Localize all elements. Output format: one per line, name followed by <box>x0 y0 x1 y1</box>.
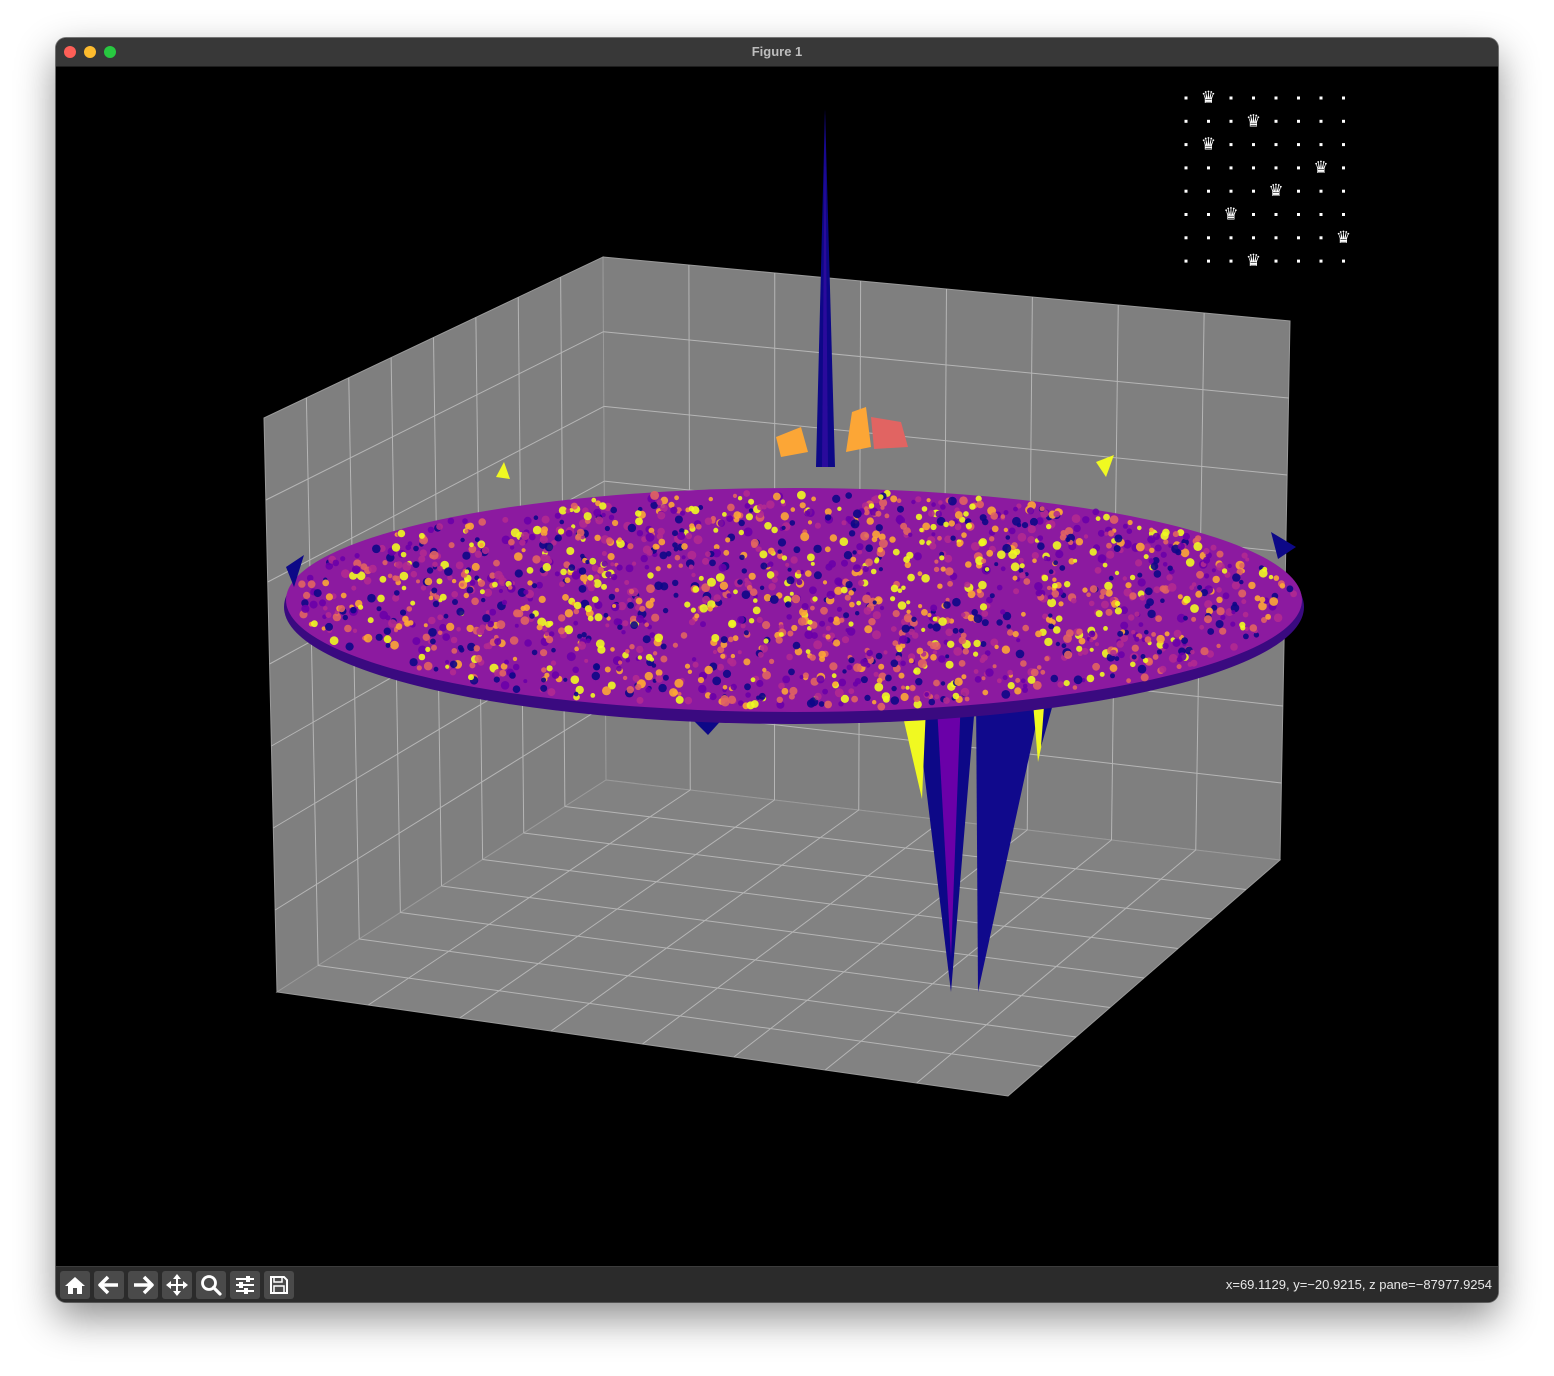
board-dot <box>1184 236 1188 240</box>
queen-icon: ♛ <box>1246 251 1261 271</box>
save-button[interactable] <box>264 1271 294 1299</box>
board-dot <box>1207 189 1210 193</box>
queen-icon: ♛ <box>1201 135 1216 155</box>
board-dot <box>1342 213 1345 216</box>
title-bar: Figure 1 <box>56 38 1498 67</box>
eight-queens-inset: ♛ ♛ ♛ ♛ ♛ ♛ ♛ ♛ <box>1184 88 1351 271</box>
board-dot <box>1252 166 1255 170</box>
queen-icon: ♛ <box>1201 88 1216 108</box>
queen-icon: ♛ <box>1268 181 1283 201</box>
board-dot <box>1229 236 1233 240</box>
board-dot <box>1207 213 1210 216</box>
board-dot <box>1297 96 1300 100</box>
zoom-button[interactable] <box>196 1271 226 1299</box>
board-dot <box>1297 213 1300 216</box>
board-dot <box>1229 259 1233 263</box>
sliders-icon <box>236 1276 254 1294</box>
board-dot <box>1229 189 1233 193</box>
queen-icon: ♛ <box>1246 111 1261 131</box>
board-dot <box>1184 259 1188 263</box>
back-button[interactable] <box>94 1271 124 1299</box>
board-dot <box>1319 96 1323 100</box>
queen-icon: ♛ <box>1313 158 1328 178</box>
board-dot <box>1319 189 1323 193</box>
board-dot <box>1274 119 1278 123</box>
pan-button[interactable] <box>162 1271 192 1299</box>
board-dot <box>1342 166 1345 170</box>
board-dot <box>1252 143 1255 147</box>
board-dot <box>1184 143 1188 147</box>
cursor-coordinates: x=69.1129, y=−20.9215, z pane=−87977.925… <box>1225 1277 1492 1292</box>
board-dot <box>1207 119 1210 123</box>
board-dot <box>1274 213 1278 216</box>
board-dot <box>1229 119 1233 123</box>
surface-plot[interactable]: ♛ ♛ ♛ ♛ ♛ ♛ ♛ ♛ <box>56 67 1498 1266</box>
queen-icon: ♛ <box>1223 205 1238 225</box>
board-dot <box>1274 259 1278 263</box>
floppy-disk-icon <box>270 1276 288 1294</box>
board-dot <box>1342 143 1345 147</box>
board-dot <box>1207 236 1210 240</box>
board-dot <box>1207 166 1210 170</box>
navigation-toolbar: x=69.1129, y=−20.9215, z pane=−87977.925… <box>56 1266 1498 1302</box>
board-dot <box>1229 143 1233 147</box>
board-dot <box>1229 166 1233 170</box>
board-dot <box>1274 236 1278 240</box>
board-dot <box>1184 166 1188 170</box>
board-dot <box>1274 143 1278 147</box>
board-dot <box>1342 259 1345 263</box>
board-dot <box>1252 96 1255 100</box>
board-dot <box>1297 236 1300 240</box>
board-dot <box>1297 143 1300 147</box>
board-dot <box>1342 119 1345 123</box>
board-dot <box>1207 259 1210 263</box>
home-icon <box>65 1277 85 1294</box>
board-dot <box>1274 96 1278 100</box>
board-dot <box>1184 213 1188 216</box>
board-dot <box>1184 189 1188 193</box>
board-dot <box>1297 119 1300 123</box>
forward-button[interactable] <box>128 1271 158 1299</box>
board-dot <box>1319 213 1323 216</box>
home-button[interactable] <box>60 1271 90 1299</box>
board-dot <box>1252 189 1255 193</box>
board-dot <box>1319 236 1323 240</box>
board-dot <box>1184 96 1188 100</box>
board-dot <box>1319 259 1323 263</box>
configure-subplots-button[interactable] <box>230 1271 260 1299</box>
figure-window: Figure 1 ♛ ♛ ♛ ♛ ♛ ♛ ♛ ♛ x=69.1129, y=−2… <box>56 38 1498 1302</box>
move-icon <box>166 1274 188 1296</box>
board-dot <box>1252 213 1255 216</box>
board-dot <box>1319 119 1323 123</box>
magnifier-icon <box>201 1275 222 1296</box>
queen-icon: ♛ <box>1336 228 1351 248</box>
board-dot <box>1342 189 1345 193</box>
board-dot <box>1274 166 1278 170</box>
board-dot <box>1252 236 1255 240</box>
arrow-right-icon <box>134 1275 154 1295</box>
window-title: Figure 1 <box>751 44 803 59</box>
board-dot <box>1297 166 1300 170</box>
board-dot <box>1342 96 1345 100</box>
board-dot <box>1297 189 1300 193</box>
board-dot <box>1184 119 1188 123</box>
board-dot <box>1297 259 1300 263</box>
board-dot <box>1229 96 1233 100</box>
plot-canvas[interactable]: ♛ ♛ ♛ ♛ ♛ ♛ ♛ ♛ <box>56 67 1498 1266</box>
board-dot <box>1319 143 1323 147</box>
arrow-left-icon <box>98 1275 118 1295</box>
